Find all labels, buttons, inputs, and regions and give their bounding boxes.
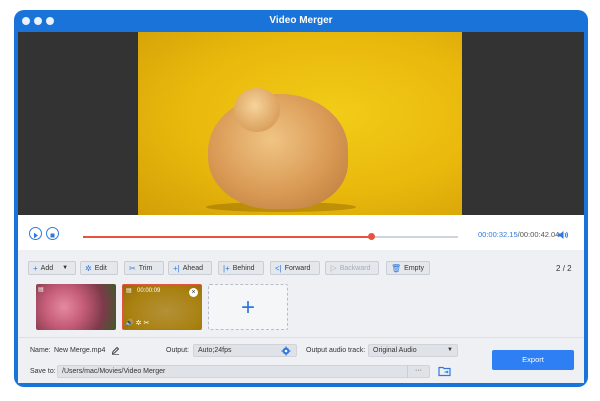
current-time: 00:00:32.15: [478, 230, 518, 239]
scissors-icon[interactable]: ✂: [144, 320, 150, 327]
file-name-value: New Merge.mp4: [54, 347, 106, 354]
browse-button[interactable]: ···: [407, 365, 429, 378]
audio-track-label: Output audio track:: [306, 347, 366, 354]
edit-icon: ✲: [85, 263, 92, 273]
progress-handle[interactable]: [368, 233, 376, 240]
audio-track-select[interactable]: Original Audio ▼: [368, 344, 458, 357]
preview-frame: [138, 32, 462, 215]
save-path-field[interactable]: /Users/mac/Movies/Video Merger ···: [57, 365, 430, 378]
forward-button[interactable]: <| Forward: [270, 261, 320, 275]
stop-button[interactable]: [46, 227, 59, 240]
video-preview: [18, 32, 584, 215]
folder-icon[interactable]: [438, 365, 451, 377]
clip-thumbnail-hamster[interactable]: ▤ 00:00:09 × 🔊 ✲ ✂: [122, 284, 202, 330]
page-indicator: 2 / 2: [556, 264, 572, 273]
remove-clip-icon[interactable]: ×: [189, 288, 198, 297]
audio-icon[interactable]: 🔊: [125, 320, 134, 327]
film-icon: ▤: [126, 288, 132, 294]
app-window: Video Merger 00:00:32.15/00:00:42.04 + A…: [14, 10, 588, 387]
name-label: Name:: [30, 347, 51, 354]
export-button[interactable]: Export: [492, 350, 574, 370]
time-readout: 00:00:32.15/00:00:42.04: [478, 230, 560, 239]
main-content: 00:00:32.15/00:00:42.04 + Add ▼ ✲ Edit ✂ Tri…: [18, 32, 584, 383]
chevron-down-icon: ▼: [447, 347, 453, 353]
clip-thumbnail-flowers[interactable]: ▤: [36, 284, 116, 330]
total-time: 00:00:42.04: [519, 230, 560, 239]
stop-icon: [50, 233, 55, 238]
effect-icon[interactable]: ✲: [136, 320, 142, 327]
play-button[interactable]: [29, 227, 42, 240]
ahead-icon: +|: [173, 263, 180, 273]
backward-icon: |>: [330, 263, 337, 273]
volume-icon[interactable]: [557, 229, 569, 241]
ahead-button[interactable]: +| Ahead: [168, 261, 212, 275]
film-icon: ▤: [38, 287, 44, 293]
chevron-down-icon[interactable]: ▼: [62, 265, 68, 271]
output-label: Output:: [166, 347, 189, 354]
playback-bar: 00:00:32.15/00:00:42.04: [18, 215, 584, 250]
scissors-icon: ✂: [129, 263, 136, 273]
plus-icon: +: [33, 263, 38, 273]
empty-button[interactable]: 🗑 Empty: [386, 261, 430, 275]
clip-strip: ▤ ▤ 00:00:09 × 🔊 ✲ ✂ +: [18, 281, 584, 333]
add-clip-slot[interactable]: +: [208, 284, 288, 330]
save-to-label: Save to:: [30, 368, 56, 375]
plus-icon: +: [240, 294, 255, 321]
edit-button[interactable]: ✲ Edit: [80, 261, 118, 275]
clip-toolbar: + Add ▼ ✲ Edit ✂ Trim +| Ahead |+ Behind <| For…: [18, 250, 584, 278]
title-bar: Video Merger: [14, 10, 588, 32]
clip-tools: 🔊 ✲ ✂: [125, 319, 149, 327]
pencil-icon[interactable]: [111, 346, 120, 355]
output-settings: Name: New Merge.mp4 Output: Auto;24fps O…: [18, 337, 584, 383]
trim-button[interactable]: ✂ Trim: [124, 261, 164, 275]
progress-slider[interactable]: [83, 233, 458, 240]
add-button[interactable]: + Add ▼: [28, 261, 76, 275]
play-icon: [34, 232, 38, 239]
clip-duration: 00:00:09: [137, 288, 161, 294]
backward-button[interactable]: |> Backward: [325, 261, 379, 275]
behind-button[interactable]: |+ Behind: [218, 261, 264, 275]
gear-icon[interactable]: [281, 346, 291, 356]
window-title: Video Merger: [269, 15, 333, 26]
forward-icon: <|: [275, 263, 282, 273]
behind-icon: |+: [223, 263, 230, 273]
trash-icon: 🗑: [391, 263, 402, 273]
